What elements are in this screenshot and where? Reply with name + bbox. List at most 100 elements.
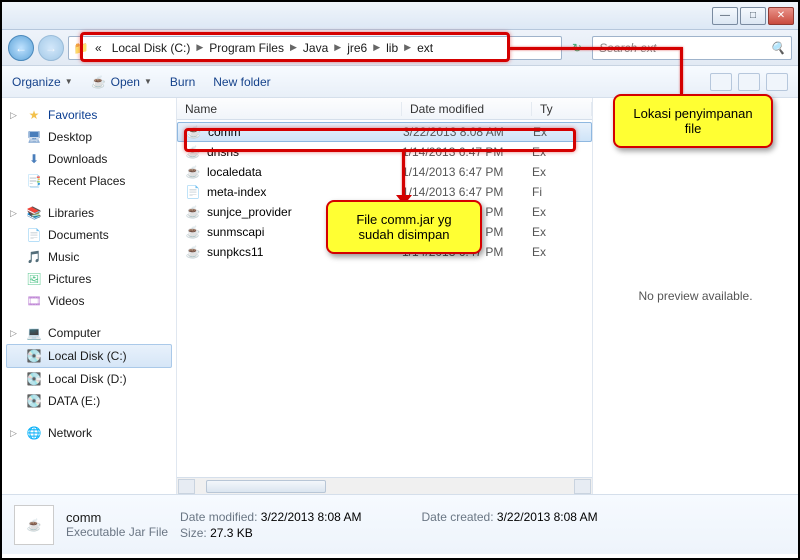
file-row[interactable]: 📄meta-index1/14/2013 6:47 PMFi [177,182,592,202]
chevron-right-icon: ▶ [196,42,203,53]
preview-text: No preview available. [638,289,752,303]
sidebar-libraries[interactable]: ▷📚Libraries [6,202,172,224]
file-name: localedata [207,165,262,179]
sidebar-item-music[interactable]: 🎵Music [6,246,172,268]
chevron-right-icon: ▶ [290,42,297,53]
file-date: 1/14/2013 6:47 PM [402,165,532,179]
recent-icon: 📑 [26,173,42,189]
java-icon: ☕ [26,517,42,533]
crumb-java[interactable]: Java [299,41,332,55]
annotation-arrow [680,47,683,94]
file-name: sunmscapi [207,225,264,239]
file-name: sunjce_provider [207,205,292,219]
chevron-right-icon: ▶ [404,42,411,53]
annotation-callout-file: File comm.jar yg sudah disimpan [326,200,482,254]
annotation-callout-location: Lokasi penyimpanan file [613,94,773,148]
disk-icon: 💽 [26,393,42,409]
maximize-button[interactable]: □ [740,7,766,25]
disk-icon: 💽 [26,348,42,364]
file-icon: 📄 [185,184,201,200]
collapse-icon: ▷ [10,208,20,219]
chevron-right-icon: ▶ [373,42,380,53]
downloads-icon: ⬇ [26,151,42,167]
videos-icon: 🎞 [26,293,42,309]
file-row[interactable]: ☕localedata1/14/2013 6:47 PMEx [177,162,592,182]
details-modified: 3/22/2013 8:08 AM [261,510,362,524]
file-list-pane: Name Date modified Ty ☕comm3/22/2013 8:0… [177,98,593,494]
crumb-lib[interactable]: lib [382,41,402,55]
column-date[interactable]: Date modified [402,102,532,116]
java-icon: ☕ [91,74,107,90]
scroll-right-button[interactable] [574,479,591,494]
column-headers[interactable]: Name Date modified Ty [177,98,592,120]
details-created-label: Date created: [422,510,494,524]
scroll-thumb[interactable] [206,480,326,493]
pictures-icon: 🖼 [26,271,42,287]
sidebar-computer[interactable]: ▷💻Computer [6,322,172,344]
back-button[interactable]: ← [8,35,34,61]
details-pane: ☕ comm Executable Jar File Date modified… [2,494,798,554]
column-type[interactable]: Ty [532,102,592,116]
open-button[interactable]: ☕Open▼ [91,74,152,90]
navigation-pane: ▷★Favorites 🖥Desktop ⬇Downloads 📑Recent … [2,98,177,494]
burn-button[interactable]: Burn [170,75,195,89]
scroll-left-button[interactable] [178,479,195,494]
view-button[interactable] [710,73,732,91]
folder-icon: 📁 [73,40,89,56]
file-row[interactable]: ☕comm3/22/2013 8:08 AMEx [177,122,592,142]
file-type: Ex [532,225,592,239]
details-created: 3/22/2013 8:08 AM [497,510,598,524]
minimize-button[interactable]: — [712,7,738,25]
details-size: 27.3 KB [210,526,253,540]
crumb-program-files[interactable]: Program Files [205,41,288,55]
sidebar-item-disk-c[interactable]: 💽Local Disk (C:) [6,344,172,368]
organize-button[interactable]: Organize▼ [12,75,73,89]
libraries-icon: 📚 [26,205,42,221]
sidebar-item-disk-d[interactable]: 💽Local Disk (D:) [6,368,172,390]
annotation-arrow [402,152,405,200]
address-bar[interactable]: 📁 « Local Disk (C:)▶ Program Files▶ Java… [68,36,562,60]
file-type: Ex [533,125,591,139]
preview-pane-button[interactable] [738,73,760,91]
help-button[interactable] [766,73,788,91]
file-date: 1/14/2013 6:47 PM [402,145,532,159]
crumb-jre6[interactable]: jre6 [343,41,371,55]
details-file-icon: ☕ [14,505,54,545]
jar-icon: ☕ [185,144,201,160]
file-type: Ex [532,205,592,219]
jar-icon: ☕ [186,124,202,140]
jar-icon: ☕ [185,164,201,180]
forward-button[interactable]: → [38,35,64,61]
sidebar-item-documents[interactable]: 📄Documents [6,224,172,246]
preview-pane: No preview available. [593,98,798,494]
sidebar-item-recent[interactable]: 📑Recent Places [6,170,172,192]
computer-icon: 💻 [26,325,42,341]
file-name: dnsns [207,145,239,159]
file-list[interactable]: ☕comm3/22/2013 8:08 AMEx☕dnsns1/14/2013 … [177,120,592,477]
sidebar-item-disk-e[interactable]: 💽DATA (E:) [6,390,172,412]
file-type: Ex [532,245,592,259]
sidebar-item-pictures[interactable]: 🖼Pictures [6,268,172,290]
column-name[interactable]: Name [177,102,402,116]
details-size-label: Size: [180,526,207,540]
file-type: Ex [532,145,592,159]
search-icon: 🔍 [770,41,785,55]
close-button[interactable]: ✕ [768,7,794,25]
jar-icon: ☕ [185,204,201,220]
crumb-c[interactable]: Local Disk (C:) [108,41,195,55]
sidebar-item-downloads[interactable]: ⬇Downloads [6,148,172,170]
sidebar-favorites[interactable]: ▷★Favorites [6,104,172,126]
collapse-icon: ▷ [10,110,20,121]
file-row[interactable]: ☕ dnsns 1/14/2013 6:47 PMEx [177,142,592,162]
collapse-icon: ▷ [10,328,20,339]
file-date: 3/22/2013 8:08 AM [403,125,533,139]
sidebar-item-desktop[interactable]: 🖥Desktop [6,126,172,148]
crumb-prefix: « [91,41,106,55]
file-date: 1/14/2013 6:47 PM [402,185,532,199]
sidebar-item-videos[interactable]: 🎞Videos [6,290,172,312]
sidebar-network[interactable]: ▷🌐Network [6,422,172,444]
crumb-ext[interactable]: ext [413,41,437,55]
titlebar: — □ ✕ [2,2,798,30]
horizontal-scrollbar[interactable] [177,477,592,494]
new-folder-button[interactable]: New folder [213,75,270,89]
